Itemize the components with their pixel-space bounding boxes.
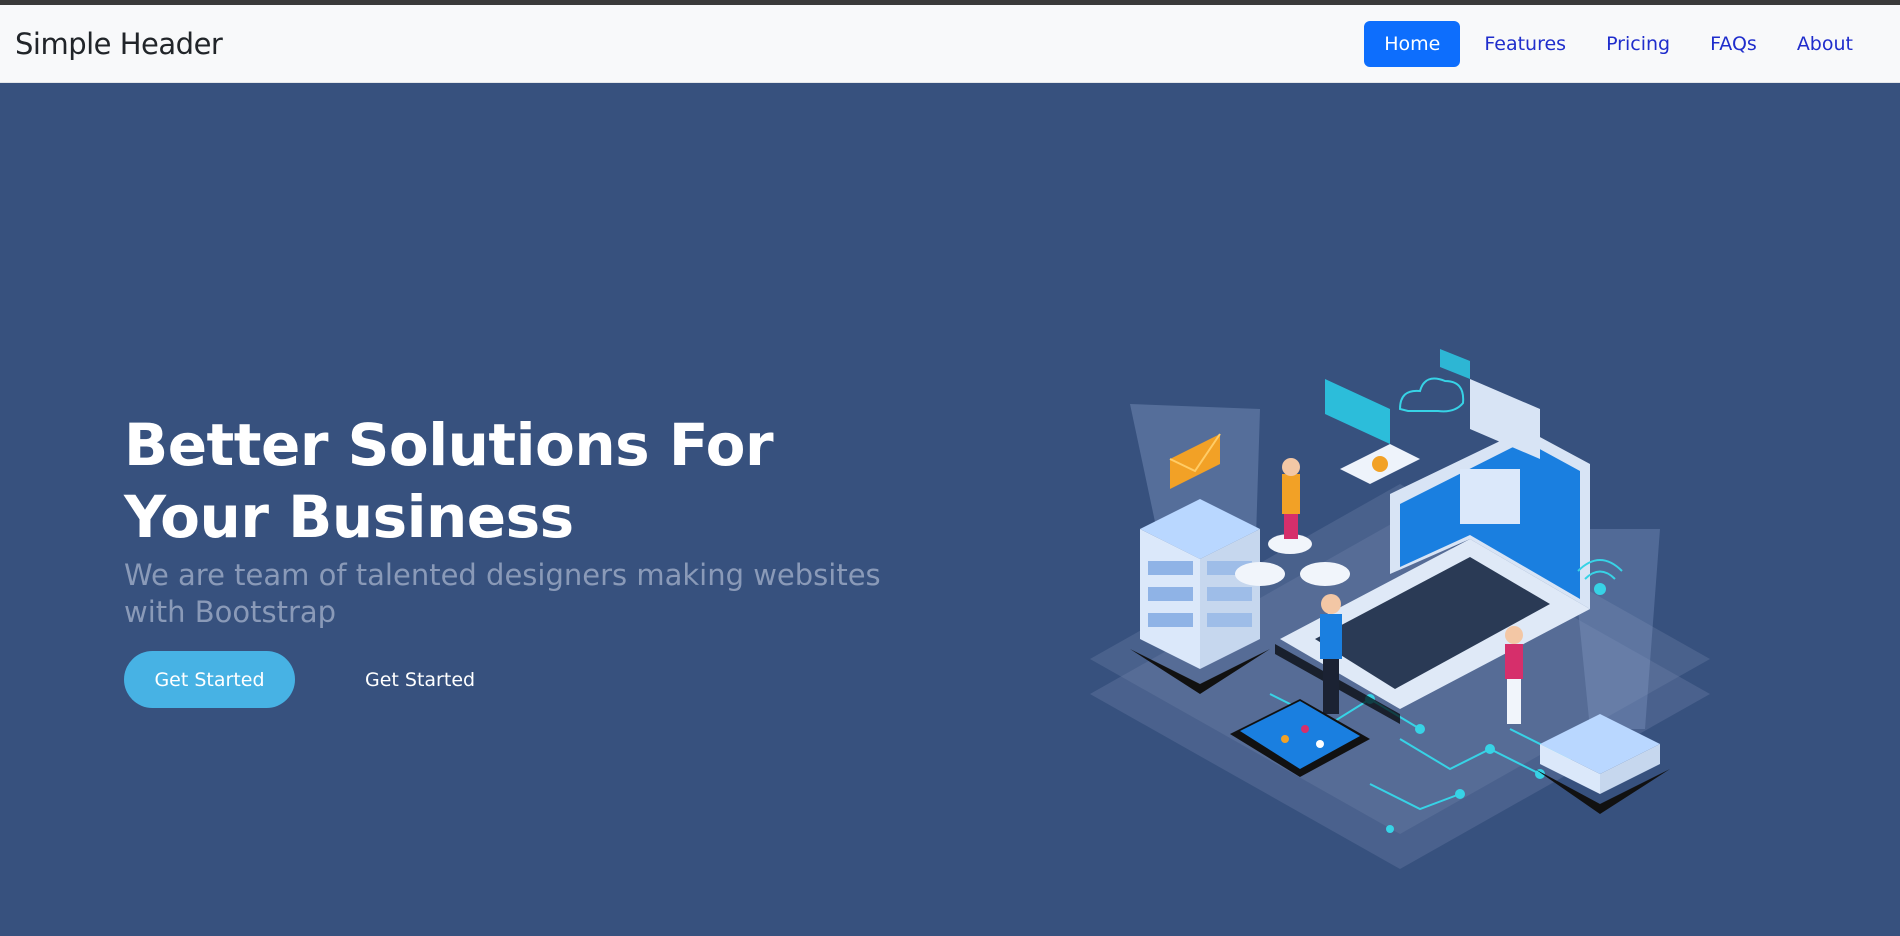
hero-title: Better Solutions For Your Business: [124, 411, 774, 551]
hero-section: Better Solutions For Your Business We ar…: [0, 84, 1900, 936]
nav-home[interactable]: Home: [1364, 20, 1461, 67]
hero-buttons: Get Started Get Started: [124, 651, 924, 708]
nav-faqs[interactable]: FAQs: [1690, 21, 1777, 67]
site-header: Simple Header Home Features Pricing FAQs…: [0, 5, 1900, 83]
get-started-button[interactable]: Get Started: [124, 651, 295, 708]
nav-about[interactable]: About: [1777, 21, 1873, 67]
hero-text: Better Solutions For Your Business We ar…: [124, 409, 924, 708]
nav-features[interactable]: Features: [1464, 21, 1586, 67]
get-started-secondary-button[interactable]: Get Started: [365, 669, 475, 691]
hero-illustration: [1090, 349, 1710, 869]
nav-pricing[interactable]: Pricing: [1586, 21, 1690, 67]
brand-title[interactable]: Simple Header: [15, 27, 223, 61]
main-nav: Home Features Pricing FAQs About: [1364, 20, 1873, 67]
hero-subtitle: We are team of talented designers making…: [124, 558, 881, 629]
